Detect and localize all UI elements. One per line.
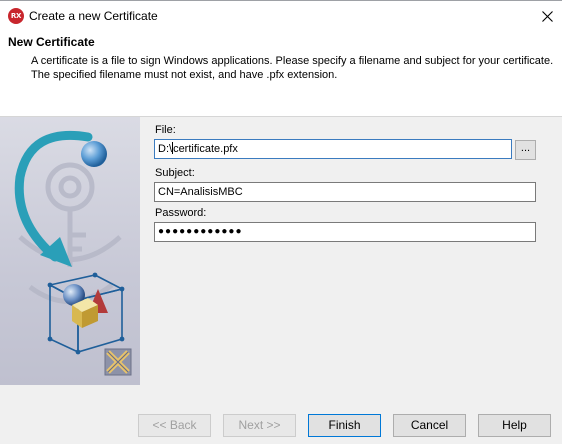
finish-button[interactable]: Finish <box>308 414 381 437</box>
app-icon: RX <box>8 8 24 24</box>
file-label: File: <box>155 124 176 136</box>
close-icon <box>541 10 553 22</box>
help-button[interactable]: Help <box>478 414 551 437</box>
subject-label: Subject: <box>155 167 195 179</box>
file-value-suffix: certificate.pfx <box>173 143 238 155</box>
password-input[interactable]: ●●●●●●●●●●●● <box>154 222 536 242</box>
title-bar: RX Create a new Certificate <box>0 0 562 31</box>
browse-button[interactable]: ... <box>515 140 536 160</box>
subject-input[interactable]: CN=AnalisisMBC <box>154 182 536 202</box>
back-button[interactable]: << Back <box>138 414 211 437</box>
file-input[interactable]: D:\certificate.pfx <box>154 139 512 159</box>
password-label: Password: <box>155 207 207 219</box>
window-title: Create a new Certificate <box>29 9 158 23</box>
header-title: New Certificate <box>8 35 95 49</box>
file-value-prefix: D:\ <box>158 143 173 155</box>
next-button[interactable]: Next >> <box>223 414 296 437</box>
close-button[interactable] <box>532 1 562 31</box>
header-description: A certificate is a file to sign Windows … <box>31 55 554 81</box>
certificate-wizard-graphic <box>14 130 132 376</box>
cancel-button[interactable]: Cancel <box>393 414 466 437</box>
wizard-header: New Certificate A certificate is a file … <box>0 31 562 117</box>
wizard-side-graphic <box>0 117 140 385</box>
